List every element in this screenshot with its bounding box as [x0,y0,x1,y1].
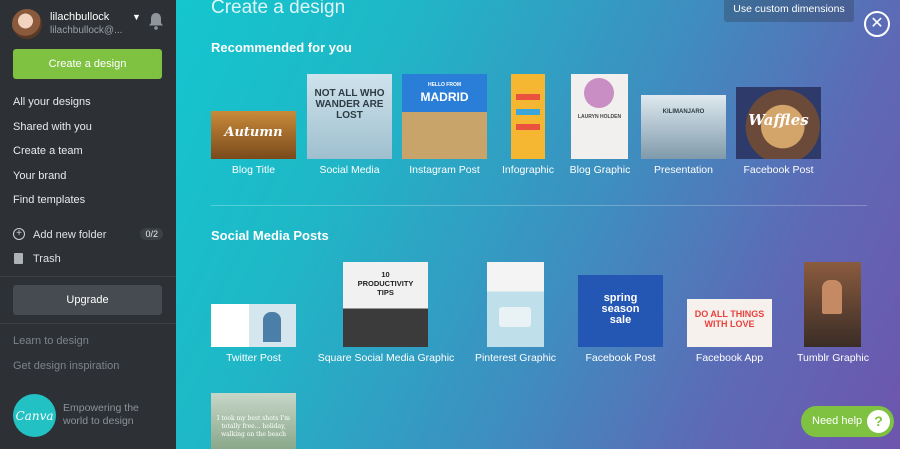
template-twitter-post[interactable]: Twitter Post [211,262,296,372]
template-presentation[interactable]: KILIMANJARO Presentation [641,74,726,184]
create-design-button[interactable]: Create a design [13,49,162,79]
template-blog-title[interactable]: Autumn Blog Title [211,74,296,184]
thumb-bar [516,109,540,115]
template-social-media[interactable]: NOT ALL WHO WANDER ARE LOST Social Media [307,74,392,184]
template-thumbnail: NOT ALL WHO WANDER ARE LOST [307,74,392,159]
need-help-label: Need help [812,415,863,427]
nav-create-team[interactable]: Create a team [13,144,92,169]
template-thumbnail [487,262,544,347]
template-label: Blog Title [231,164,276,176]
thumb-text: I took my best shots I'm totally free...… [217,415,290,438]
template-label: Infographic [502,164,554,176]
tagline: Empowering the world to design [63,402,139,427]
template-thumbnail: I took my best shots I'm totally free...… [211,393,296,449]
template-facebook-post-social[interactable]: spring season sale Facebook Post [578,262,663,372]
bell-icon[interactable] [147,12,165,30]
template-thumbnail [511,74,545,159]
trash-icon [14,253,23,264]
thumb-text: KILIMANJARO [662,109,705,115]
thumb-text: DO ALL THINGS WITH LOVE [694,309,765,329]
canva-logo[interactable]: Canva [13,394,56,437]
template-thumbnail: DO ALL THINGS WITH LOVE [687,299,772,347]
custom-dimensions-button[interactable]: Use custom dimensions [724,0,854,22]
template-label: Pinterest Graphic [474,352,557,364]
create-design-panel: Create a design Use custom dimensions ✕ … [176,0,900,449]
template-thumbnail: HELLO FROM MADRID [402,74,487,159]
template-label: Facebook Post [743,164,814,176]
template-pinterest-graphic[interactable]: Pinterest Graphic [473,262,558,372]
template-facebook-post[interactable]: Waffles Facebook Post [736,74,821,184]
template-label: Facebook App [695,352,764,364]
plus-circle-icon: + [13,228,25,240]
thumb-text: spring season sale [601,292,640,326]
learn-to-design-link[interactable]: Learn to design [13,335,89,347]
nav-your-brand[interactable]: Your brand [13,169,92,194]
chevron-down-icon[interactable]: ▼ [132,12,141,22]
thumb-text: Waffles [748,111,809,129]
nav-find-templates[interactable]: Find templates [13,193,92,218]
template-blog-graphic[interactable]: LAURYN HOLDEN Blog Graphic [570,74,631,184]
thumb-bar [516,94,540,100]
user-name: lilachbullock [50,11,110,23]
thumb-photo [822,280,842,314]
template-thumbnail: KILIMANJARO [641,95,726,159]
nav-all-designs[interactable]: All your designs [13,95,92,120]
template-facebook-app[interactable]: DO ALL THINGS WITH LOVE Facebook App [687,262,772,372]
sidebar: lilachbullock lilachbullock@... ▼ Create… [0,0,176,449]
folder-count-badge: 0/2 [140,228,163,240]
template-label: Presentation [654,164,713,176]
thumb-text: MADRID [420,90,469,104]
template-thumbnail: LAURYN HOLDEN [571,74,628,159]
template-instagram-post[interactable]: HELLO FROM MADRID Instagram Post [402,74,487,184]
recommended-heading: Recommended for you [211,40,352,55]
template-partial[interactable]: I took my best shots I'm totally free...… [211,393,296,449]
template-label: Square Social Media Graphic [317,352,455,364]
social-media-heading: Social Media Posts [211,228,329,243]
template-label: Instagram Post [409,164,480,176]
avatar[interactable] [12,9,42,39]
thumb-photo [499,307,531,327]
close-icon[interactable]: ✕ [864,11,890,37]
divider [0,323,176,324]
template-thumbnail [211,304,296,347]
thumb-text: NOT ALL WHO WANDER ARE LOST [314,88,385,121]
template-thumbnail: spring season sale [578,275,663,347]
user-email: lilachbullock@... [50,25,123,36]
thumb-photo [263,312,281,342]
page-title: Create a design [211,0,346,18]
thumb-text: Autumn [224,125,283,140]
thumb-text: 10 PRODUCTIVITY TIPS [357,270,414,297]
template-thumbnail: Autumn [211,111,296,159]
template-label: Social Media [319,164,380,176]
template-thumbnail [804,262,861,347]
sidebar-nav: All your designs Shared with you Create … [13,95,92,218]
add-folder-label: Add new folder [33,229,107,241]
design-inspiration-link[interactable]: Get design inspiration [13,360,119,372]
thumb-subtext: HELLO FROM [427,82,462,88]
template-label: Blog Graphic [569,164,631,176]
template-thumbnail: 10 PRODUCTIVITY TIPS [343,262,428,347]
template-label: Twitter Post [226,352,281,364]
nav-shared-with-you[interactable]: Shared with you [13,120,92,145]
add-folder-button[interactable]: + Add new folder 0/2 [13,227,163,245]
trash-label: Trash [33,253,61,265]
template-label: Tumblr Graphic [797,352,869,364]
question-icon: ? [867,410,890,433]
template-square-social-media-graphic[interactable]: 10 PRODUCTIVITY TIPS Square Social Media… [316,262,456,372]
upgrade-button[interactable]: Upgrade [13,285,162,315]
section-divider [211,205,867,206]
thumb-text: LAURYN HOLDEN [577,114,622,120]
divider [0,276,176,277]
template-thumbnail: Waffles [736,87,821,159]
thumb-photo [584,78,614,108]
template-label: Facebook Post [585,352,656,364]
need-help-button[interactable]: Need help ? [801,406,894,437]
template-tumblr-graphic[interactable]: Tumblr Graphic [788,262,878,372]
thumb-bar [516,124,540,130]
template-infographic[interactable]: Infographic [498,74,558,184]
